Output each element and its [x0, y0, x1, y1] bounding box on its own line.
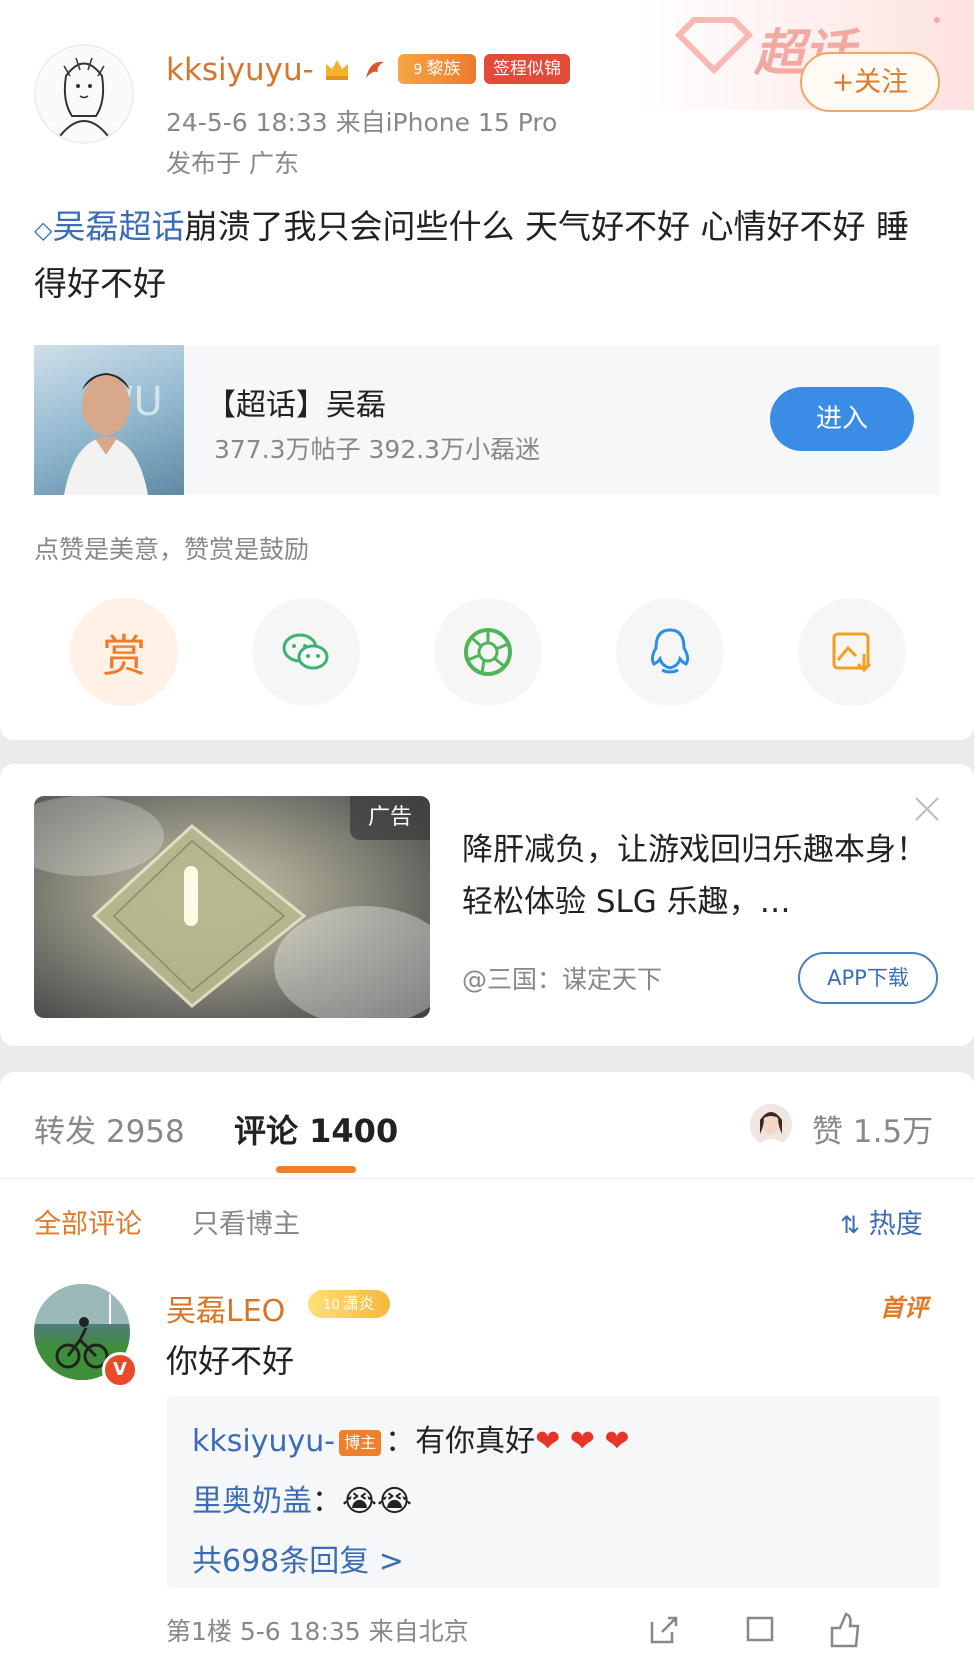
reply-username[interactable]: 里奥奶盖	[192, 1484, 312, 1519]
tab-like[interactable]: 赞 1.5万	[812, 1106, 933, 1151]
level-badge-number: 9	[413, 62, 423, 78]
supertopic-link[interactable]: ◇吴磊超话	[34, 207, 184, 246]
reward-button[interactable]: 赏	[70, 598, 178, 706]
reply-item[interactable]: kksiyuyu- 博主 ：有你真好❤ ❤ ❤	[192, 1416, 630, 1460]
diamond-icon: ◇	[34, 216, 53, 244]
reward-icon: 赏	[102, 631, 146, 682]
reply-username[interactable]: kksiyuyu-	[192, 1424, 335, 1459]
share-icon[interactable]	[646, 1612, 682, 1648]
filter-author-only[interactable]: 只看博主	[192, 1202, 300, 1241]
moments-icon	[464, 628, 512, 676]
supertopic-link-text: 吴磊超话	[52, 207, 185, 246]
supertopic-card[interactable]: WU 【超话】吴磊 377.3万帖子 392.3万小磊迷 进入	[34, 345, 940, 495]
sort-by-hot[interactable]: ⇅ 热度	[840, 1202, 923, 1241]
fan-level-badge[interactable]: 10 潇炎	[308, 1290, 390, 1318]
fan-level-label: 潇炎	[342, 1294, 375, 1313]
tab-repost[interactable]: 转发 2958	[34, 1106, 185, 1151]
save-image-icon	[832, 632, 872, 673]
post-body: ◇吴磊超话崩溃了我只会问些什么 天气好不好 心情好不好 睡得好不好	[34, 200, 940, 311]
heart-emoji: ❤ ❤ ❤	[535, 1424, 630, 1459]
crying-emoji: 😭😭	[342, 1484, 413, 1519]
first-comment-label: 首评	[880, 1294, 928, 1322]
fan-level-number: 10	[323, 1298, 340, 1313]
wechat-icon	[282, 633, 329, 670]
level-badge[interactable]: 9 黎族	[398, 54, 476, 84]
reward-hint: 点赞是美意，赞赏是鼓励	[34, 535, 310, 564]
supertopic-title: 【超话】吴磊	[206, 388, 386, 423]
enter-supertopic-button[interactable]: 进入	[770, 387, 914, 451]
level-badge-label: 黎族	[426, 59, 461, 79]
share-wechat-button[interactable]	[252, 598, 360, 706]
ad-card[interactable]: 广告 降肝减负，让游戏回归乐趣本身！轻松体验 SLG 乐趣，… @三国：谋定天下…	[0, 764, 974, 1046]
signin-badge[interactable]: 签程似锦	[484, 54, 570, 84]
post-username[interactable]: kksiyuyu-	[166, 52, 314, 88]
save-image-button[interactable]	[798, 598, 906, 706]
verified-badge: V	[102, 1352, 138, 1388]
supertopic-thumbnail: WU	[34, 345, 184, 495]
share-qq-button[interactable]	[616, 598, 724, 706]
dragon-icon	[360, 54, 390, 84]
reply-text: ：有你真好	[385, 1424, 536, 1459]
post-card: 超话 kksiyuyu- 9 黎族 签程似锦 24-5-6 18:33 来自iPh…	[0, 0, 974, 740]
reply-preview[interactable]: kksiyuyu- 博主 ：有你真好❤ ❤ ❤ 里奥奶盖：😭😭 共698条回复 >	[166, 1396, 940, 1588]
user-avatar[interactable]	[34, 44, 134, 144]
ad-label: 广告	[350, 796, 430, 840]
crown-icon	[322, 54, 352, 84]
app-download-button[interactable]: APP下载	[798, 952, 938, 1004]
follow-button[interactable]: +关注	[800, 52, 940, 112]
sort-icon: ⇅	[840, 1211, 861, 1239]
comment-text: 你好不好	[166, 1342, 295, 1380]
close-icon[interactable]	[912, 794, 942, 824]
supertopic-stats: 377.3万帖子 392.3万小磊迷	[214, 435, 541, 464]
reply-item[interactable]: 里奥奶盖：😭😭	[192, 1476, 412, 1520]
like-icon[interactable]	[826, 1610, 862, 1650]
comment-footer-meta: 第1楼 5-6 18:35 来自北京	[166, 1617, 469, 1646]
filter-all-comments[interactable]: 全部评论	[34, 1202, 142, 1241]
reply-text: ：	[312, 1484, 342, 1519]
post-timestamp-source: 24-5-6 18:33 来自iPhone 15 Pro	[166, 108, 558, 137]
post-location: 发布于 广东	[166, 149, 299, 178]
ad-advertiser[interactable]: @三国：谋定天下	[462, 960, 662, 996]
author-tag: 博主	[339, 1429, 382, 1456]
ad-image[interactable]: 广告	[34, 796, 430, 1018]
reply-icon[interactable]	[742, 1612, 778, 1648]
commenter-name[interactable]: 吴磊LEO	[166, 1286, 285, 1330]
tabs-divider	[0, 1178, 974, 1179]
qq-icon	[650, 628, 690, 674]
liker-avatar	[750, 1104, 792, 1146]
tab-comment[interactable]: 评论 1400	[234, 1106, 398, 1152]
sort-label: 热度	[868, 1209, 923, 1240]
ad-title[interactable]: 降肝减负，让游戏回归乐趣本身！轻松体验 SLG 乐趣，…	[462, 824, 932, 928]
view-more-replies-link[interactable]: 共698条回复 >	[192, 1536, 404, 1580]
active-tab-indicator	[276, 1166, 356, 1173]
share-moments-button[interactable]	[434, 598, 542, 706]
